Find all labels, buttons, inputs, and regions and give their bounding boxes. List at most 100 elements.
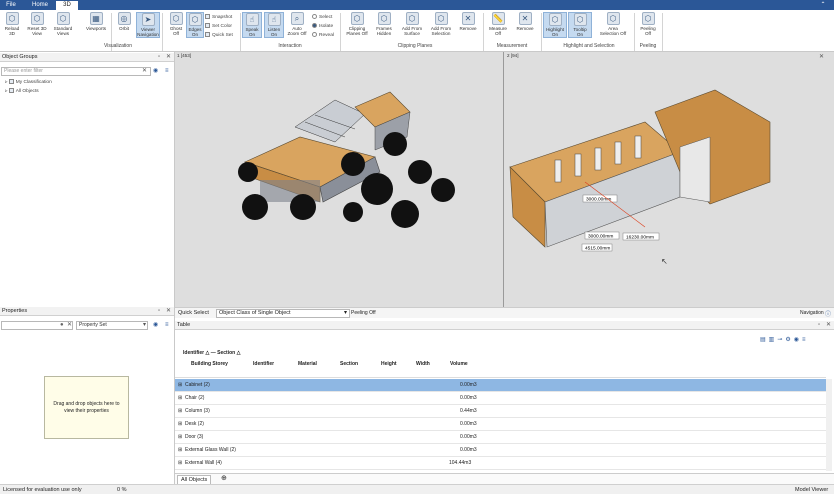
column-header[interactable]: Material [298,360,317,369]
column-header[interactable]: Building Storey [191,360,228,369]
table-row[interactable]: ⊞ Column (3) 0.44m3 [175,405,826,418]
menu-icon[interactable]: ≡ [165,67,169,75]
cube-views-icon: ⬡ [56,12,70,25]
edges-button[interactable]: ⬡ Edges On [186,12,204,38]
reload-3d-button[interactable]: ⬡ Reload 3D [0,12,24,36]
reset-3d-view-button[interactable]: ⬡ Reset 3D View [25,12,49,36]
expand-icon[interactable]: ⊞ [178,457,182,470]
set-color-button[interactable]: Set Color [205,23,232,30]
orbit-button[interactable]: ◎ Orbit [112,12,136,31]
area-selection-button[interactable]: ⬡ Area Selection Off [596,12,630,36]
peeling-button[interactable]: ⬡ Peeling Off [636,12,660,36]
chevron-down-icon[interactable]: ▾ [344,309,347,316]
expand-icon[interactable]: ⊞ [178,418,182,431]
table-row[interactable]: ⊞ Desk (2) 0.00m3 [175,418,826,431]
snapshot-button[interactable]: Snapshot [205,14,232,21]
table-row[interactable]: ⊞ Door (3) 0.00m3 [175,431,826,444]
add-tab-icon[interactable]: ⊕ [221,474,227,482]
expand-icon[interactable]: ⊞ [178,431,182,444]
measure-button[interactable]: 📏 Measure Off [486,12,510,36]
remove-clipping-button[interactable]: ✕ Remove [456,12,480,31]
row-label: External Wall (4) [185,460,222,466]
tooltip-button[interactable]: ⬡ Tooltip On [568,12,592,38]
table-row[interactable]: ⊞ Chair (2) 0.00m3 [175,392,826,405]
speak-icon: ☝ [245,13,259,26]
maximize-icon[interactable]: ▫ [818,321,820,329]
drop-target[interactable]: Drag and drop objects here to view their… [44,376,129,439]
ribbon-separator [634,13,635,51]
column-header[interactable]: Volume [450,360,468,369]
listen-button[interactable]: ☝ Listen On [264,12,284,38]
filter-row[interactable] [175,369,826,378]
close-icon[interactable]: ✕ [826,321,831,329]
table-row[interactable]: ⊞ External Glass Wall (2) 0.00m3 [175,444,826,457]
target-icon[interactable]: ◉ [153,67,158,75]
close-icon[interactable]: ✕ [67,321,72,329]
maximize-icon[interactable]: ▫ [158,53,160,61]
frames-button[interactable]: ⬡ Frames Hidden [372,12,396,36]
add-from-selection-button[interactable]: ⬡ Add From Selection [427,12,455,36]
table-row[interactable]: ⊞ External Wall (4) 104.44m3 [175,457,826,470]
column-header[interactable]: Width [416,360,430,369]
table-row[interactable]: ⊞ Cabinet (2) 0.00m3 [175,379,826,392]
info-icon[interactable]: ⓘ [825,309,831,318]
column-header[interactable]: Identifier [253,360,274,369]
tab-3d[interactable]: 3D [56,1,78,10]
tab-file[interactable]: File [0,1,22,10]
add-from-surface-button[interactable]: ⬡ Add From Surface [398,12,426,36]
chevron-down-icon[interactable]: ▾ [143,321,146,329]
folder-icon [8,79,14,84]
reveal-radio[interactable]: Reveal [312,32,334,39]
column-header[interactable]: Section [340,360,358,369]
area-icon: ⬡ [606,12,620,25]
clear-filter-icon[interactable]: ✕ [142,67,147,75]
dimension-label: 3000.00mm [588,234,613,240]
export-icon[interactable]: ▤ [760,337,769,343]
tab-home[interactable]: Home [26,1,54,10]
row-label: Desk (2) [185,421,204,427]
tree-item-all-objects[interactable]: ▹ All Objects [5,88,39,95]
quick-select-dropdown[interactable]: Object Class of Single Object [216,309,350,318]
clear-icon[interactable]: ● [60,321,64,329]
grouping-bar[interactable]: Identifier △ — Section △ [183,350,240,356]
expand-icon[interactable]: ⊞ [178,444,182,457]
viewer-navigation-button[interactable]: ➤ Viewer Navigation [136,12,160,38]
tree-item-my-classification[interactable]: ▹ My Classification [5,79,52,86]
row-volume: 0.00m3 [460,382,477,388]
remove-icon: ✕ [461,12,475,25]
expand-icon[interactable]: ⊞ [178,392,182,405]
column-header[interactable]: Height [381,360,397,369]
expand-icon[interactable]: ⊞ [178,379,182,392]
viewport-3d[interactable]: 1 [453] 2 [94] ✕ 3000.00mm 3000.00mm 162… [175,52,834,307]
quick-set-button[interactable]: Quick Set [205,32,233,39]
close-icon[interactable]: ✕ [166,307,171,315]
viewport-divider[interactable] [503,52,504,307]
select-radio[interactable]: Select [312,14,332,21]
target-icon[interactable]: ◉ [794,337,802,343]
menu-icon[interactable]: ≡ [165,321,169,329]
viewports-icon: ▦ [89,12,103,25]
table-footer: All Objects ⊕ [175,473,834,485]
settings-icon[interactable]: ⚙ [785,337,793,343]
table-toolbar: ▤▥⊸⚙◉≡ [760,336,809,343]
target-icon[interactable]: ◉ [153,321,158,329]
folder-icon [8,88,14,93]
standard-views-button[interactable]: ⬡ Standard Views [51,12,75,36]
auto-zoom-button[interactable]: ⌕ Auto Zoom Off [285,12,309,36]
close-icon[interactable]: ✕ [166,53,171,61]
object-groups-filter-input[interactable]: Please enter filter [1,67,151,76]
highlight-button[interactable]: ⬡ Highlight On [543,12,567,38]
expand-icon[interactable]: ⊞ [178,405,182,418]
clipping-planes-button[interactable]: ⬡ Clipping Planes Off [342,12,372,36]
menu-icon[interactable]: ≡ [802,337,809,343]
viewports-button[interactable]: ▦ Viewports [82,12,110,31]
speak-button[interactable]: ☝ Speak On [242,12,262,38]
property-set-select[interactable]: Property Set [76,321,148,330]
table-scrollbar[interactable] [826,379,832,471]
row-volume: 0.00m3 [460,447,477,453]
remove-measure-button[interactable]: ✕ Remove [513,12,537,31]
maximize-icon[interactable]: ▫ [158,307,160,315]
isolate-radio[interactable]: Isolate [312,23,333,30]
ribbon-collapse-icon[interactable]: ⌃ [816,1,830,10]
ghost-button[interactable]: ⬡ Ghost Off [164,12,188,36]
